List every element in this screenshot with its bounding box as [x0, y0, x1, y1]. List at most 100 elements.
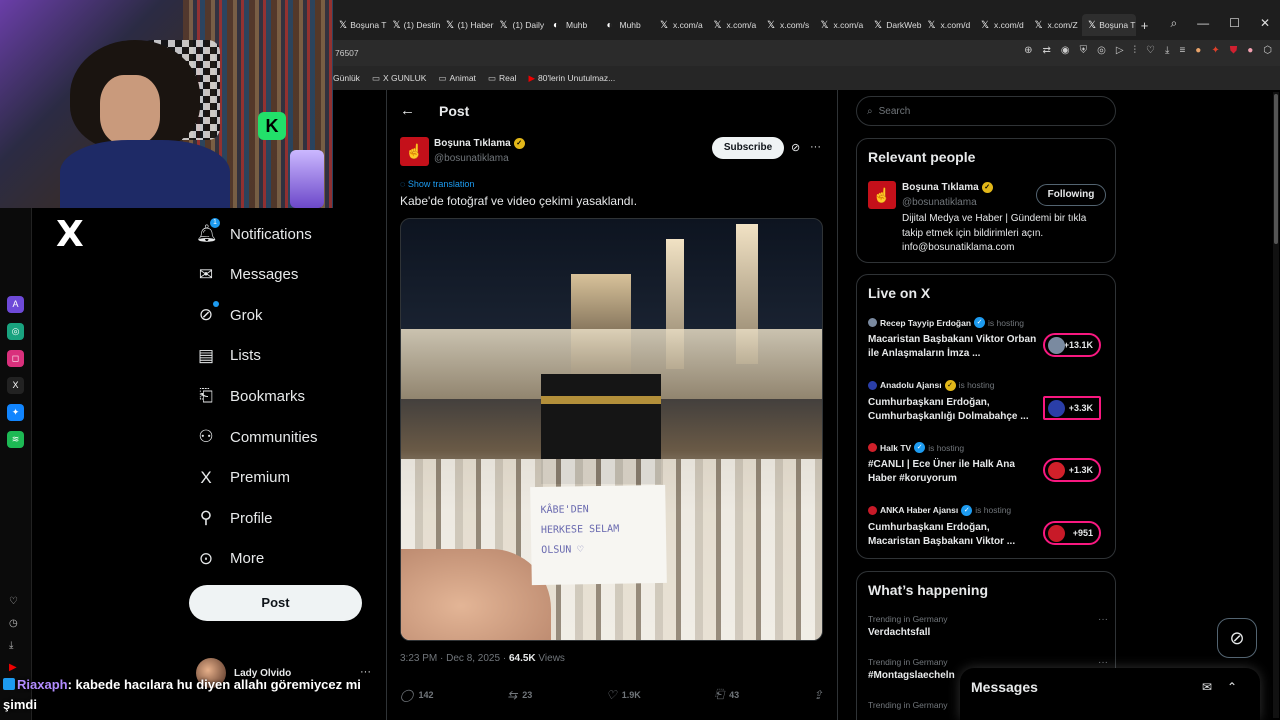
more-icon[interactable]: ···	[810, 141, 821, 153]
browser-tab[interactable]: ◐ Muhb	[601, 14, 655, 36]
relevant-handle[interactable]: @bosunatiklama	[902, 197, 977, 208]
listener-count-badge[interactable]: +951	[1043, 520, 1101, 545]
close-icon[interactable]: ✕	[1260, 16, 1270, 31]
ublock-icon[interactable]: ⛊	[1230, 45, 1238, 56]
bookmark-item[interactable]: ▶ 80'lerin Unutulmaz...	[528, 73, 615, 84]
grok-fab-button[interactable]: ⊘	[1217, 618, 1257, 658]
bookmark-item[interactable]: ▭ X GUNLUK	[372, 73, 427, 84]
grok-icon[interactable]: ⊘	[791, 141, 800, 154]
instagram-icon[interactable]: ◻	[7, 350, 24, 367]
browser-tab[interactable]: 𝕏 (1) Destin	[387, 14, 441, 36]
show-translation-text[interactable]: Show translation	[408, 179, 475, 189]
bookmark-item[interactable]: Günlük	[333, 73, 360, 83]
browser-tab[interactable]: 𝕏x.com/Z	[1029, 14, 1083, 36]
cube-icon[interactable]: ⬡	[1263, 45, 1272, 56]
avatar[interactable]: ☝	[868, 181, 896, 209]
maximize-icon[interactable]: ☐	[1229, 16, 1240, 31]
profile-icon[interactable]: ●	[1195, 45, 1201, 56]
download-icon[interactable]: ⤓	[9, 640, 13, 651]
author-avatar[interactable]: ☝	[400, 137, 429, 166]
listener-count-badge[interactable]: +1.3K	[1043, 458, 1101, 482]
new-message-icon[interactable]: ✉	[1202, 680, 1212, 694]
browser-tab[interactable]: 𝕏x.com/a	[708, 14, 762, 36]
record-icon[interactable]: ◎	[1097, 45, 1106, 56]
nav-item-communities[interactable]: ⚇ Communities	[196, 427, 317, 447]
listener-count-badge[interactable]: +3.3K	[1043, 395, 1101, 420]
nav-item-premium[interactable]: X Premium	[196, 468, 290, 488]
search-box[interactable]: ⌕ Search	[856, 96, 1116, 126]
trend-item[interactable]: Trending in Germany Verdachtsfall ···	[868, 614, 1108, 638]
zoom-icon[interactable]: ⊕	[1024, 45, 1032, 56]
browser-tab[interactable]: 𝕏 Boşuna T	[1082, 14, 1136, 36]
relevant-name-text[interactable]: Boşuna Tıklama	[902, 182, 979, 193]
browser-tab[interactable]: ◐ Muhb	[547, 14, 601, 36]
listener-count-badge[interactable]: +13.1K	[1043, 333, 1101, 357]
nav-item-more[interactable]: ⊙ More	[196, 549, 264, 569]
nav-item-profile[interactable]: ⚲ Profile	[196, 508, 273, 528]
browser-tab[interactable]: 𝕏 (1) Haber	[440, 14, 494, 36]
collapse-icon[interactable]: ⌃	[1227, 680, 1237, 694]
messages-drawer[interactable]: Messages ✉ ⌃	[960, 668, 1260, 720]
search-input[interactable]: Search	[879, 106, 911, 117]
relevant-name[interactable]: Boşuna Tıklama ✓	[902, 182, 993, 193]
author-name[interactable]: Boşuna Tıklama ✓	[434, 138, 525, 149]
menu-icon[interactable]: ≡	[1179, 45, 1185, 56]
download-icon[interactable]: ⤓	[1165, 45, 1169, 56]
show-translation-link[interactable]: ◌ Show translation	[400, 179, 474, 189]
browser-tab[interactable]: 𝕏x.com/d	[922, 14, 976, 36]
browser-tab[interactable]: 𝕏 DarkWeb	[868, 14, 922, 36]
browser-tab[interactable]: 𝕏 Boşuna T	[333, 14, 387, 36]
subscribe-button[interactable]: Subscribe	[712, 137, 784, 159]
live-item[interactable]: ANKA Haber Ajansı ✓ is hosting Cumhurbaş…	[868, 504, 1108, 549]
author-name-text[interactable]: Boşuna Tıklama	[434, 138, 511, 149]
browser-tab[interactable]: 𝕏x.com/a	[815, 14, 869, 36]
nav-item-messages[interactable]: ✉ Messages	[196, 265, 299, 285]
app-launcher-icon[interactable]: A	[7, 296, 24, 313]
scrollbar-thumb[interactable]	[1274, 94, 1278, 244]
repost-button[interactable]: ⇆ 23	[507, 687, 532, 702]
author-handle[interactable]: @bosunatiklama	[434, 153, 509, 164]
heart-icon[interactable]: ♡	[9, 596, 18, 607]
chatgpt-icon[interactable]: ◎	[7, 323, 24, 340]
browser-tab[interactable]: 𝕏x.com/s	[761, 14, 815, 36]
live-item[interactable]: Halk TV ✓ is hosting #CANLI | Ece Üner i…	[868, 442, 1108, 486]
youtube-icon[interactable]: ▶	[9, 662, 17, 673]
sidebar-icon[interactable]: ⫶	[1134, 45, 1137, 56]
bookmark-item[interactable]: ▭ Animat	[438, 73, 476, 84]
browser-tab[interactable]: 𝕏 (1) Daily	[494, 14, 548, 36]
x-icon[interactable]: X	[7, 377, 24, 394]
more-icon[interactable]: ···	[1098, 657, 1108, 668]
address-text[interactable]: 76507	[333, 48, 359, 58]
bluesky-icon[interactable]: ✦	[7, 404, 24, 421]
extension-icon[interactable]: ✦	[1211, 45, 1219, 56]
nav-item-grok[interactable]: ⊘ Grok	[196, 301, 263, 325]
like-button[interactable]: ♡ 1.9K	[606, 687, 641, 702]
spotify-icon[interactable]: ≋	[7, 431, 24, 448]
bulb-icon[interactable]: ●	[1247, 45, 1253, 56]
reply-button[interactable]: ◯ 142	[400, 687, 433, 702]
bookmark-button[interactable]: ⎗ 43	[715, 687, 740, 702]
search-icon[interactable]: ⌕	[1170, 16, 1177, 31]
post-image[interactable]: KÂBE'DEN HERKESE SELAM OLSUN ♡	[400, 218, 823, 641]
shield-icon[interactable]: ⛨	[1080, 45, 1088, 56]
bookmark-item[interactable]: ▭ Real	[488, 73, 517, 84]
scrollbar[interactable]	[1273, 92, 1279, 718]
compose-post-button[interactable]: Post	[189, 585, 362, 621]
address-bar[interactable]: 76507 ⊕ ⇄ ◉ ⛨ ◎ ▷ ⫶ ♡ ⤓ ≡ ● ✦ ⛊ ● ⬡	[333, 40, 1280, 66]
minimize-icon[interactable]: —	[1197, 16, 1209, 31]
following-button[interactable]: Following	[1036, 184, 1106, 206]
history-icon[interactable]: ◷	[9, 618, 18, 629]
new-tab-button[interactable]: +	[1136, 14, 1154, 36]
play-icon[interactable]: ▷	[1116, 45, 1124, 56]
browser-tab[interactable]: 𝕏x.com/d	[975, 14, 1029, 36]
share-button[interactable]: ⇪	[813, 687, 823, 702]
x-logo[interactable]: X	[56, 214, 84, 255]
heart-icon[interactable]: ♡	[1146, 45, 1155, 56]
back-arrow-icon[interactable]: ←	[400, 102, 415, 119]
more-icon[interactable]: ···	[1098, 614, 1108, 625]
nav-item-notifications[interactable]: 🔔︎ 1 Notifications	[196, 218, 312, 244]
camera-icon[interactable]: ◉	[1061, 45, 1070, 56]
nav-item-lists[interactable]: ▤ Lists	[196, 346, 261, 366]
nav-item-bookmarks[interactable]: ⎗ Bookmarks	[196, 386, 305, 406]
live-item[interactable]: Anadolu Ajansı ✓ is hosting Cumhurbaşkan…	[868, 379, 1108, 424]
